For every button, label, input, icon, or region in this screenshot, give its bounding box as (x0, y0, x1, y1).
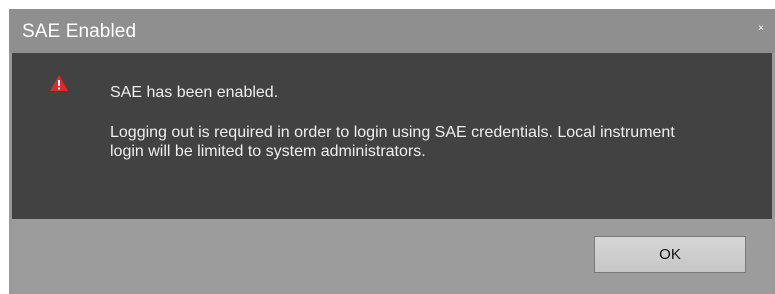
dialog-title: SAE Enabled (22, 21, 137, 42)
message-body: Logging out is required in order to logi… (110, 124, 675, 160)
warning-icon (49, 74, 69, 92)
ok-button[interactable]: OK (594, 236, 746, 273)
close-button[interactable]: × (755, 23, 767, 35)
sae-enabled-dialog: SAE Enabled × SAE has been enabled. Logg… (9, 9, 775, 294)
message-title: SAE has been enabled. (110, 84, 279, 101)
dialog-titlebar: SAE Enabled × (9, 9, 775, 53)
dialog-footer: OK (12, 219, 772, 294)
dialog-body: SAE has been enabled. Logging out is req… (12, 53, 772, 219)
